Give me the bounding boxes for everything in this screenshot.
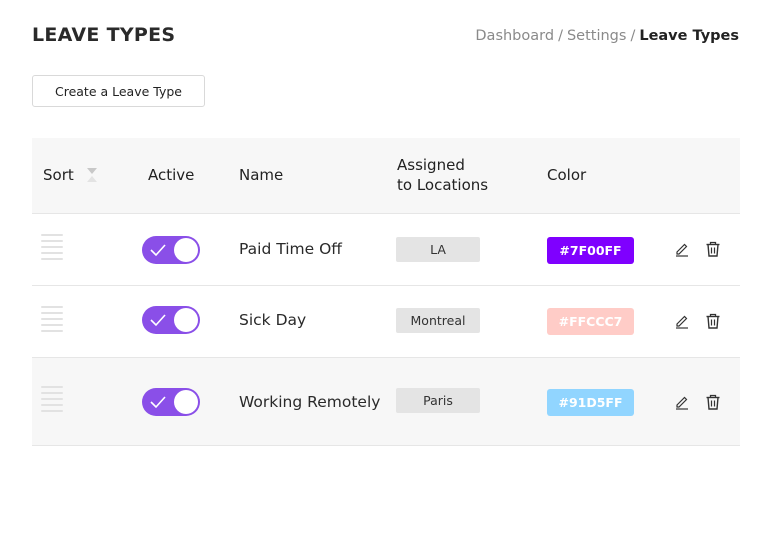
table-header: Sort Active Name Assigned to Locations C…: [32, 138, 740, 213]
active-toggle[interactable]: [142, 236, 200, 264]
check-icon: [150, 244, 166, 257]
leave-type-name: Sick Day: [239, 311, 307, 329]
column-header-sort[interactable]: Sort: [43, 165, 98, 185]
drag-handle-icon[interactable]: [41, 234, 63, 264]
column-header-assigned: Assigned to Locations: [397, 155, 517, 195]
column-header-assigned-line2: to Locations: [397, 176, 489, 194]
trash-icon[interactable]: [705, 394, 721, 410]
breadcrumb-dashboard-link[interactable]: Dashboard: [475, 28, 554, 44]
drag-handle-icon[interactable]: [41, 386, 63, 416]
column-header-assigned-line1: Assigned: [397, 156, 465, 174]
trash-icon[interactable]: [705, 313, 721, 329]
trash-icon[interactable]: [705, 241, 721, 257]
toggle-knob: [174, 238, 198, 262]
pencil-icon[interactable]: [674, 241, 690, 257]
breadcrumb-separator: /: [558, 28, 563, 44]
check-icon: [150, 396, 166, 409]
color-badge: #FFCCC7: [547, 308, 634, 335]
breadcrumb: Dashboard / Settings / Leave Types: [475, 28, 739, 44]
toggle-knob: [174, 390, 198, 414]
breadcrumb-separator: /: [630, 28, 636, 44]
pencil-icon[interactable]: [674, 394, 690, 410]
drag-handle-icon[interactable]: [41, 306, 63, 336]
location-badge: LA: [396, 237, 480, 262]
column-header-name: Name: [239, 166, 284, 184]
color-badge: #91D5FF: [547, 389, 634, 416]
table-row: Paid Time Off LA #7F00FF: [32, 213, 740, 285]
check-icon: [150, 314, 166, 327]
create-leave-type-button[interactable]: Create a Leave Type: [32, 75, 205, 107]
location-badge: Montreal: [396, 308, 480, 333]
leave-type-name: Paid Time Off: [239, 240, 342, 258]
breadcrumb-settings-link[interactable]: Settings: [567, 28, 626, 44]
column-header-sort-label: Sort: [43, 166, 74, 184]
leave-types-table: Sort Active Name Assigned to Locations C…: [32, 138, 740, 446]
leave-type-name: Working Remotely: [239, 393, 381, 411]
page-title: LEAVE TYPES: [32, 24, 176, 46]
breadcrumb-current: Leave Types: [639, 28, 739, 44]
color-badge: #7F00FF: [547, 237, 634, 264]
sort-icon[interactable]: [86, 166, 98, 184]
column-header-color: Color: [547, 166, 587, 184]
active-toggle[interactable]: [142, 306, 200, 334]
table-row: Sick Day Montreal #FFCCC7: [32, 285, 740, 357]
table-row: Working Remotely Paris #91D5FF: [32, 357, 740, 446]
column-header-active: Active: [148, 166, 195, 184]
toggle-knob: [174, 308, 198, 332]
location-badge: Paris: [396, 388, 480, 413]
pencil-icon[interactable]: [674, 313, 690, 329]
active-toggle[interactable]: [142, 388, 200, 416]
